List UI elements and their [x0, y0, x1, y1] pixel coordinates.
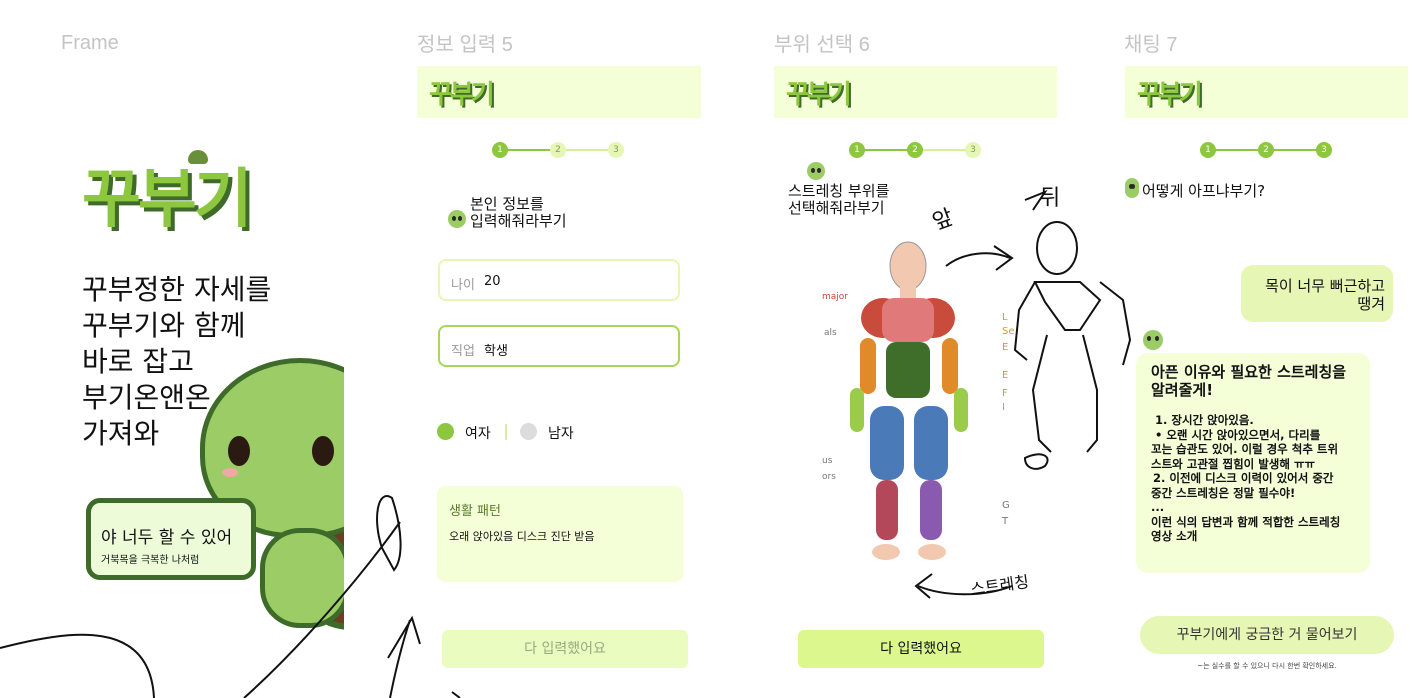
- gender-divider: [505, 424, 507, 440]
- bot-body-line: ...: [1151, 500, 1165, 514]
- body-header: 꾸부기: [774, 66, 1057, 118]
- age-value: 20: [484, 274, 501, 289]
- step-dot: 2: [907, 142, 923, 158]
- step-dot: 1: [1200, 142, 1216, 158]
- flow-annotation-sketch: [0, 495, 461, 698]
- calf-right-region: [920, 480, 942, 540]
- gender-female-radio[interactable]: [437, 423, 454, 440]
- slogan-line: 꾸부정한 자세를: [82, 273, 272, 306]
- anatomy-label: T: [1002, 516, 1009, 527]
- foot-right-region: [918, 544, 946, 560]
- frame-label-2: 정보 입력 5: [417, 34, 513, 56]
- anatomy-label: G: [1002, 500, 1010, 511]
- thigh-left-region: [870, 406, 904, 480]
- body-prompt: 스트레칭 부위를 선택해줘라부기: [788, 183, 889, 217]
- prompt-line: 본인 정보를: [470, 195, 544, 213]
- bot-body-line: 2. 이전에 디스크 이력이 있어서 중간: [1153, 471, 1334, 485]
- sketch-front-label: 앞: [929, 205, 957, 236]
- age-field[interactable]: 나이 20: [438, 259, 680, 301]
- bot-answer-bubble: 아픈 이유와 필요한 스트레칭을 알려줄게! 1. 장시간 앉아있음. • 오랜…: [1136, 353, 1370, 573]
- splash-logo-turtle-icon: [188, 150, 208, 164]
- bot-body-line: • 오랜 시간 앉아있으면서, 다리를: [1155, 427, 1321, 442]
- bot-title-line: 알려줄게!: [1151, 381, 1214, 399]
- info-prompt: 본인 정보를 입력해줘라부기: [470, 196, 567, 230]
- sketch-back-label: 뒤: [1040, 186, 1061, 211]
- prompt-line: 선택해줘라부기: [788, 199, 885, 217]
- job-value: 학생: [484, 344, 508, 359]
- frame-label-4: 채팅 7: [1124, 34, 1178, 56]
- bot-title-line: 아픈 이유와 필요한 스트레칭을: [1151, 363, 1347, 381]
- anatomy-label: als: [824, 328, 837, 338]
- bot-answer-title: 아픈 이유와 필요한 스트레칭을 알려줄게!: [1151, 363, 1346, 399]
- anatomy-label: us: [822, 456, 833, 466]
- body-turtle-icon: [807, 162, 825, 180]
- info-turtle-icon: [448, 210, 466, 228]
- chat-header: 꾸부기: [1125, 66, 1408, 118]
- bot-body-line: 1. 장시간 앉아있음.: [1155, 413, 1254, 427]
- head-region: [889, 241, 927, 291]
- muscle-anatomy-figure[interactable]: major als us ors L Se E E F I G T: [820, 238, 1015, 568]
- chat-disclaimer: ~는 실수를 할 수 있으니 다시 한번 확인하세요.: [1197, 662, 1337, 670]
- bot-avatar-icon: [1143, 330, 1163, 350]
- chat-step-indicator: 1 2 3: [1200, 142, 1382, 158]
- calf-left-region: [876, 480, 898, 540]
- step-dot: 3: [1316, 142, 1332, 158]
- user-message-line: 땡겨: [1357, 295, 1385, 313]
- bot-answer-body: 1. 장시간 앉아있음. • 오랜 시간 앉아있으면서, 다리를 꼬는 습관도 …: [1151, 413, 1340, 544]
- info-logo: 꾸부기: [429, 80, 495, 110]
- slogan-line: 꾸부기와 함께: [82, 309, 246, 342]
- bot-body-line: 꼬는 습관도 있어. 이럴 경우 척추 트위: [1151, 442, 1339, 456]
- gender-female-label: 여자: [465, 426, 491, 442]
- step-dot: 3: [965, 142, 981, 158]
- abs-region: [886, 342, 930, 398]
- step-dot: 1: [492, 142, 508, 158]
- bot-body-line: 중간 스트레칭은 정말 필수야!: [1151, 485, 1296, 500]
- step-dot: 3: [608, 142, 624, 158]
- chat-turtle-icon: [1125, 178, 1139, 198]
- thigh-right-region: [914, 406, 948, 480]
- step-dot: 2: [1258, 142, 1274, 158]
- splash-logo: 꾸부기: [82, 163, 253, 237]
- anatomy-svg: [850, 241, 968, 560]
- bot-body-line: 이런 식의 답변과 함께 적합한 스트레칭: [1151, 514, 1341, 529]
- user-message-bubble: 목이 너무 뻐근하고 땡겨: [1241, 265, 1393, 322]
- step-dot: 2: [550, 142, 566, 158]
- info-step-indicator: 1 2 3: [492, 142, 674, 158]
- pattern-value: 오래 앉아있음 디스크 진단 받음: [449, 530, 595, 543]
- forearm-right-region: [954, 388, 968, 432]
- foot-left-region: [872, 544, 900, 560]
- step-dot: 1: [849, 142, 865, 158]
- job-label: 직업: [451, 344, 475, 359]
- body-submit-button[interactable]: 다 입력했어요: [798, 630, 1044, 668]
- age-label: 나이: [451, 278, 475, 293]
- info-header: 꾸부기: [417, 66, 701, 118]
- gender-male-radio[interactable]: [520, 423, 537, 440]
- body-step-indicator: 1 2 3: [849, 142, 1031, 158]
- forearm-left-region: [850, 388, 864, 432]
- sketch-arrow: [945, 245, 1014, 271]
- chest-region: [882, 298, 934, 342]
- bot-body-line: 영상 소개: [1151, 529, 1198, 543]
- frame-label-3: 부위 선택 6: [774, 34, 870, 56]
- job-field[interactable]: 직업 학생: [438, 325, 680, 367]
- prompt-line: 스트레칭 부위를: [788, 182, 890, 200]
- prompt-line: 입력해줘라부기: [470, 212, 567, 230]
- ask-turtle-button[interactable]: 꾸부기에게 궁금한 거 물어보기: [1140, 616, 1394, 654]
- bot-body-line: 스트와 고관절 찝힘이 발생해 ㅠㅠ: [1151, 456, 1316, 471]
- body-logo: 꾸부기: [786, 80, 852, 110]
- chat-bot-question: 어떻게 아프냐부기?: [1142, 182, 1266, 200]
- frame-label-1: Frame: [61, 32, 119, 54]
- arm-left-region: [860, 338, 876, 394]
- gender-male-label: 남자: [548, 426, 574, 442]
- anatomy-label: ors: [822, 472, 836, 482]
- info-submit-button[interactable]: 다 입력했어요: [442, 630, 688, 668]
- chat-logo: 꾸부기: [1137, 80, 1203, 110]
- anatomy-label: major: [822, 292, 848, 302]
- back-figure-sketch: [1013, 189, 1132, 470]
- lifestyle-pattern-box[interactable]: 생활 패턴 오래 앉아있음 디스크 진단 받음: [437, 486, 683, 582]
- neck-region: [900, 286, 916, 300]
- arm-right-region: [942, 338, 958, 394]
